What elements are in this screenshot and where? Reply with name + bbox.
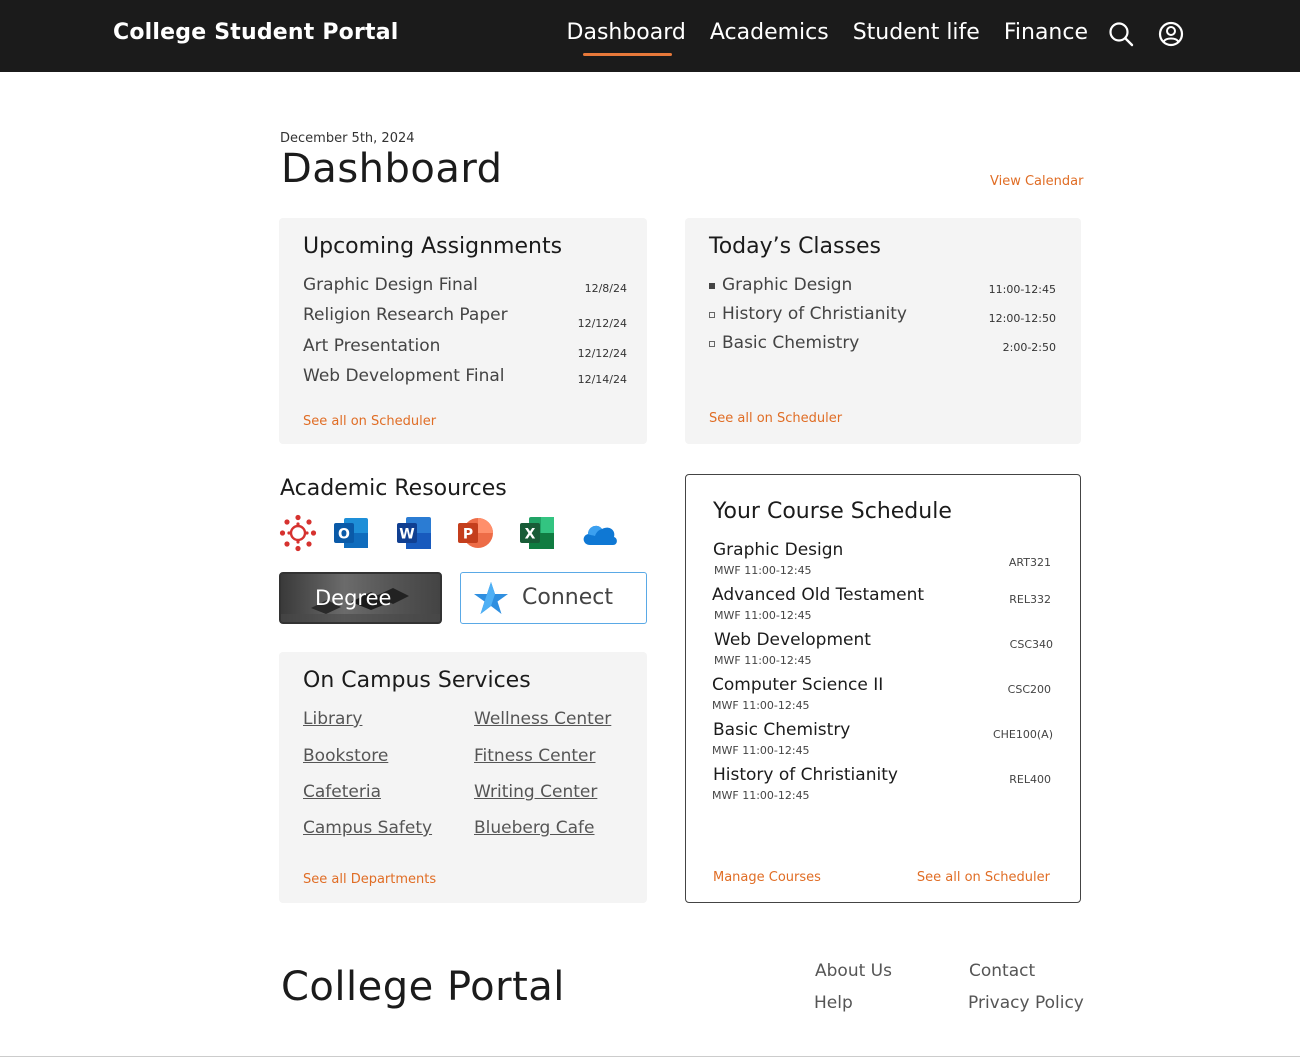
upcoming-assignments-card: Upcoming Assignments Graphic Design Fina… (279, 218, 647, 444)
svg-text:O: O (338, 527, 350, 543)
course-time: MWF 11:00-12:45 (712, 744, 810, 757)
svg-text:P: P (463, 527, 473, 543)
footer-link-help[interactable]: Help (814, 993, 853, 1013)
class-name[interactable]: Basic Chemistry (722, 333, 859, 353)
course-name[interactable]: Basic Chemistry (713, 720, 850, 740)
card-title: Your Course Schedule (713, 499, 952, 524)
service-link-writing-center[interactable]: Writing Center (474, 782, 597, 802)
connect-label: Connect (522, 585, 613, 610)
course-time: MWF 11:00-12:45 (714, 564, 812, 577)
main-nav: Dashboard Academics Student life Finance (567, 20, 1088, 56)
service-link-blueberg-cafe[interactable]: Blueberg Cafe (474, 818, 595, 838)
card-title: On Campus Services (303, 668, 531, 693)
assignment-name[interactable]: Graphic Design Final (303, 275, 478, 295)
class-time: 12:00-12:50 (988, 312, 1056, 325)
course-name[interactable]: Web Development (714, 630, 871, 650)
on-campus-services-card: On Campus Services Library Bookstore Caf… (279, 652, 647, 903)
course-code: CSC340 (1009, 638, 1053, 651)
nav-dashboard[interactable]: Dashboard (567, 20, 686, 56)
course-code: CHE100(A) (992, 728, 1053, 741)
course-name[interactable]: Computer Science II (712, 675, 883, 695)
assignment-name[interactable]: Religion Research Paper (303, 305, 508, 325)
canvas-icon[interactable] (279, 514, 317, 552)
excel-icon[interactable]: X (518, 514, 556, 552)
search-icon[interactable] (1108, 21, 1134, 47)
assignment-due: 12/12/24 (577, 347, 627, 360)
footer-divider (0, 1056, 1300, 1057)
view-calendar-link[interactable]: View Calendar (990, 174, 1083, 189)
current-date: December 5th, 2024 (280, 131, 415, 146)
course-schedule-card: Your Course Schedule Graphic Design MWF … (685, 474, 1081, 903)
see-all-scheduler-link[interactable]: See all on Scheduler (303, 414, 436, 429)
course-code: CSC200 (1007, 683, 1051, 696)
class-name[interactable]: History of Christianity (722, 304, 907, 324)
class-marker-open (709, 341, 715, 347)
course-time: MWF 11:00-12:45 (714, 609, 812, 622)
class-time: 2:00-2:50 (1002, 341, 1056, 354)
course-name[interactable]: Graphic Design (713, 540, 843, 560)
see-all-scheduler-link[interactable]: See all on Scheduler (917, 870, 1050, 885)
see-all-scheduler-link[interactable]: See all on Scheduler (709, 411, 842, 426)
service-link-bookstore[interactable]: Bookstore (303, 746, 388, 766)
todays-classes-card: Today’s Classes Graphic Design 11:00-12:… (685, 218, 1081, 444)
footer-link-contact[interactable]: Contact (969, 961, 1035, 981)
service-link-cafeteria[interactable]: Cafeteria (303, 782, 381, 802)
service-link-library[interactable]: Library (303, 709, 362, 729)
assignment-name[interactable]: Web Development Final (303, 366, 505, 386)
class-time: 11:00-12:45 (988, 283, 1056, 296)
course-code: REL332 (1009, 593, 1051, 606)
nav-student-life[interactable]: Student life (853, 20, 980, 51)
assignment-due: 12/14/24 (577, 373, 627, 386)
page-title: Dashboard (281, 146, 503, 192)
nav-academics[interactable]: Academics (710, 20, 829, 51)
service-link-wellness-center[interactable]: Wellness Center (474, 709, 611, 729)
course-name[interactable]: History of Christianity (713, 765, 898, 785)
academic-resources-title: Academic Resources (280, 476, 507, 501)
class-marker-open (709, 312, 715, 318)
outlook-icon[interactable]: O (332, 514, 370, 552)
powerpoint-icon[interactable]: P (456, 514, 494, 552)
nav-finance[interactable]: Finance (1004, 20, 1088, 51)
see-all-departments-link[interactable]: See all Departments (303, 872, 436, 887)
service-link-campus-safety[interactable]: Campus Safety (303, 818, 432, 838)
assignment-name[interactable]: Art Presentation (303, 336, 440, 356)
assignment-due: 12/12/24 (577, 317, 627, 330)
footer-title: College Portal (281, 964, 565, 1010)
course-time: MWF 11:00-12:45 (712, 789, 810, 802)
word-icon[interactable]: W (395, 514, 433, 552)
svg-text:W: W (399, 527, 414, 543)
footer-link-privacy-policy[interactable]: Privacy Policy (968, 993, 1084, 1013)
class-marker-filled (709, 283, 715, 289)
onedrive-icon[interactable] (580, 514, 618, 552)
manage-courses-link[interactable]: Manage Courses (713, 870, 821, 885)
course-name[interactable]: Advanced Old Testament (712, 585, 924, 605)
degree-button[interactable]: Degree (279, 572, 442, 624)
user-account-icon[interactable] (1158, 21, 1184, 47)
connect-button[interactable]: Connect (460, 572, 647, 624)
svg-text:X: X (525, 527, 536, 543)
top-navigation-bar: College Student Portal Dashboard Academi… (0, 0, 1300, 72)
course-time: MWF 11:00-12:45 (712, 699, 810, 712)
footer-link-about-us[interactable]: About Us (815, 961, 892, 981)
degree-label: Degree (315, 586, 392, 610)
brand-title[interactable]: College Student Portal (113, 20, 399, 45)
card-title: Upcoming Assignments (303, 234, 563, 259)
connect-star-icon (474, 582, 508, 614)
card-title: Today’s Classes (709, 234, 881, 259)
class-name[interactable]: Graphic Design (722, 275, 852, 295)
course-time: MWF 11:00-12:45 (714, 654, 812, 667)
course-code: ART321 (1008, 556, 1051, 569)
service-link-fitness-center[interactable]: Fitness Center (474, 746, 596, 766)
course-code: REL400 (1009, 773, 1051, 786)
assignment-due: 12/8/24 (584, 282, 627, 295)
